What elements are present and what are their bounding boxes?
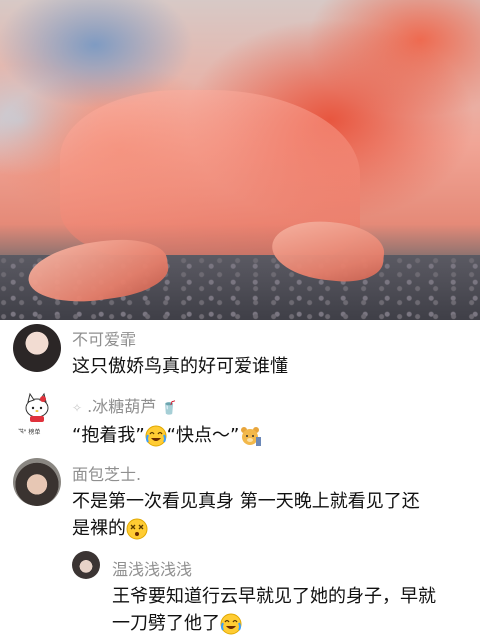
comment-username-wrap[interactable]: ✧ .冰糖葫芦 🥤 [72,393,178,417]
comment-item: 面包芝士. 不是第一次看见真身 第一天晚上就看见了还 是裸的 [0,458,480,548]
avatar[interactable] [13,324,61,372]
comment-text-part: “快点～” [166,425,240,446]
avatar[interactable]: "猫" 榜单 [13,390,61,438]
comment-list: 不可爱霏 这只傲娇鸟真的好可爱谁懂 "猫" 榜单 ✧ .冰糖葫芦 🥤 “抱着我”… [0,320,480,641]
comment-text-line: 不是第一次看见真身 第一天晚上就看见了还 [72,491,420,512]
video-still[interactable] [0,0,480,320]
comment-text: 这只傲娇鸟真的好可爱谁懂 [72,356,288,377]
crying-laughing-emoji [145,425,167,447]
comment-username[interactable]: 不可爱霏 [72,326,136,350]
avatar[interactable] [13,458,61,506]
dizzy-face-emoji [126,518,148,540]
comment-username: .冰糖葫芦 [87,397,157,416]
comment-text-part: 一刀劈了他了 [112,613,220,634]
comment-text-line: 一刀劈了他了 [112,610,242,637]
comment-item: 不可爱霏 这只傲娇鸟真的好可爱谁懂 [0,320,480,390]
comment-text-part: 是裸的 [72,518,126,539]
comment-text-part: “抱着我” [72,425,145,446]
drink-icon: 🥤 [161,401,178,416]
comment-text-line: 是裸的 [72,515,148,542]
comment-item: "猫" 榜单 ✧ .冰糖葫芦 🥤 “抱着我” “快点～” [0,390,480,460]
comment-text-line: 王爷要知道行云早就见了她的身子，早就 [112,586,436,607]
reply-item: 温浅浅浅浅 王爷要知道行云早就见了她的身子，早就 一刀劈了他了 [0,550,480,641]
bear-emoji [241,427,262,446]
sparkle-icon: ✧ [72,401,83,415]
avatar-caption: "猫" 榜单 [15,429,41,436]
avatar[interactable] [72,551,100,579]
comment-text: “抱着我” “快点～” [72,422,262,449]
comment-username[interactable]: 温浅浅浅浅 [112,556,192,580]
comment-username[interactable]: 面包芝士. [72,461,141,485]
crying-laughing-emoji [220,613,242,635]
